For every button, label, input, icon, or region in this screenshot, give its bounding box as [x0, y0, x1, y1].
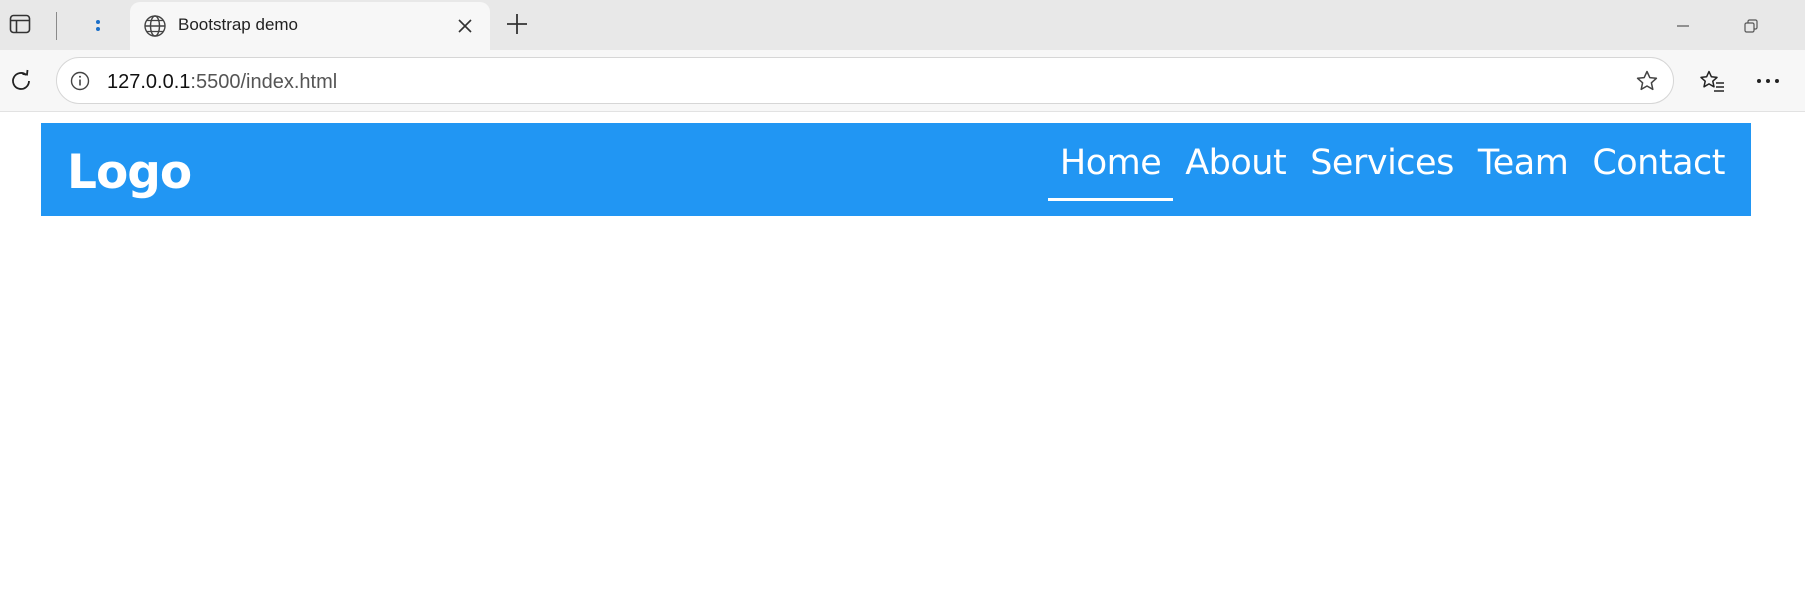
url-text[interactable]: 127.0.0.1:5500/index.html	[107, 71, 337, 94]
nav-link-about[interactable]: About	[1173, 143, 1298, 201]
plus-icon	[507, 14, 527, 34]
favorites-icon	[1700, 70, 1724, 92]
tab-separator	[56, 12, 57, 40]
reload-button[interactable]	[5, 65, 37, 97]
minimize-button[interactable]	[1668, 11, 1698, 41]
page-viewport: Logo Home About Services Team Contact	[0, 112, 1805, 596]
url-host: 127.0.0.1	[107, 71, 191, 93]
info-icon[interactable]	[67, 68, 93, 94]
close-icon[interactable]	[452, 13, 478, 39]
browser-toolbar: 127.0.0.1:5500/index.html	[0, 50, 1805, 112]
tab-actions-icon[interactable]	[6, 11, 34, 37]
brand-logo[interactable]: Logo	[67, 145, 192, 200]
restore-button[interactable]	[1736, 11, 1766, 41]
nav-link-contact[interactable]: Contact	[1580, 143, 1737, 201]
address-bar[interactable]: 127.0.0.1:5500/index.html	[56, 57, 1674, 104]
tab-title: Bootstrap demo	[178, 15, 299, 34]
nav-link-services[interactable]: Services	[1298, 143, 1466, 201]
nav-link-home[interactable]: Home	[1047, 143, 1174, 201]
site-navbar: Logo Home About Services Team Contact	[41, 123, 1751, 216]
nav-link-team[interactable]: Team	[1466, 143, 1581, 201]
more-icon	[1757, 79, 1779, 83]
pinned-tab[interactable]	[68, 8, 128, 42]
reload-icon	[12, 69, 30, 90]
tab-strip: Bootstrap demo	[0, 0, 1805, 50]
pinned-tab-icon	[96, 19, 100, 31]
restore-icon	[1744, 19, 1758, 33]
minimize-icon	[1677, 25, 1689, 27]
star-icon[interactable]	[1632, 67, 1662, 95]
url-path: :5500/index.html	[190, 71, 338, 93]
more-button[interactable]	[1752, 65, 1784, 97]
favorites-button[interactable]	[1696, 65, 1728, 97]
globe-icon	[140, 11, 170, 41]
new-tab-button[interactable]	[502, 9, 532, 39]
active-tab[interactable]: Bootstrap demo	[130, 2, 490, 50]
nav-links: Home About Services Team Contact	[1047, 143, 1737, 201]
